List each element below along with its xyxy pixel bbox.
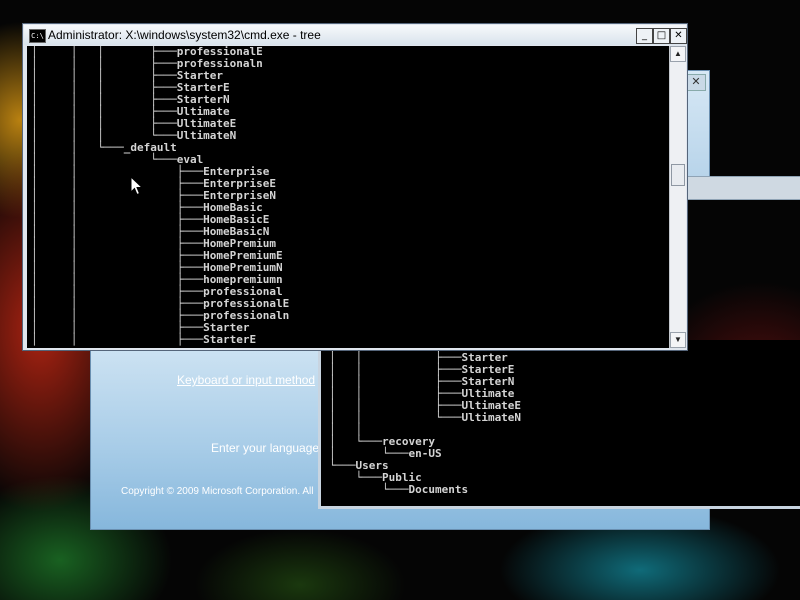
- cmd-window-title: Administrator: X:\windows\system32\cmd.e…: [48, 28, 321, 42]
- cmd-back-output: │ │ ├───professionaln│ │ ├───Starter│ │ …: [329, 340, 548, 496]
- scroll-down-arrow-icon[interactable]: ▼: [670, 332, 686, 348]
- scrollbar-thumb[interactable]: [671, 164, 685, 186]
- cmd-titlebar[interactable]: C:\ Administrator: X:\windows\system32\c…: [24, 25, 687, 45]
- minimize-button[interactable]: _: [636, 28, 653, 44]
- setup-close-button[interactable]: ✕: [686, 74, 706, 91]
- cmd-console-output[interactable]: │ │ │ ├───professionalE │ │ │ ├───profess…: [27, 46, 669, 348]
- keyboard-input-method-label[interactable]: Keyboard or input method: [177, 373, 315, 387]
- vertical-scrollbar[interactable]: ▲ ▼: [669, 46, 686, 348]
- close-button[interactable]: ✕: [670, 28, 687, 44]
- copyright-text: Copyright © 2009 Microsoft Corporation. …: [121, 486, 314, 497]
- mouse-pointer-icon: [130, 176, 144, 196]
- cmd-window-back[interactable]: │ │ ├───professionaln│ │ ├───Starter│ │ …: [318, 340, 800, 509]
- console-line: └───Documents: [329, 483, 469, 496]
- cmd-app-icon[interactable]: C:\: [29, 29, 46, 43]
- scroll-up-arrow-icon[interactable]: ▲: [670, 46, 686, 62]
- maximize-button[interactable]: □: [653, 28, 670, 44]
- setup-window-toolbar-strip: [688, 176, 800, 200]
- language-prompt-label: Enter your language: [211, 441, 320, 455]
- cmd-window-main[interactable]: C:\ Administrator: X:\windows\system32\c…: [22, 23, 688, 351]
- tree-output-lines: │ │ │ ├───professionalE │ │ │ ├───profess…: [31, 46, 289, 346]
- console-line: │ │ ├───StarterE: [31, 333, 257, 346]
